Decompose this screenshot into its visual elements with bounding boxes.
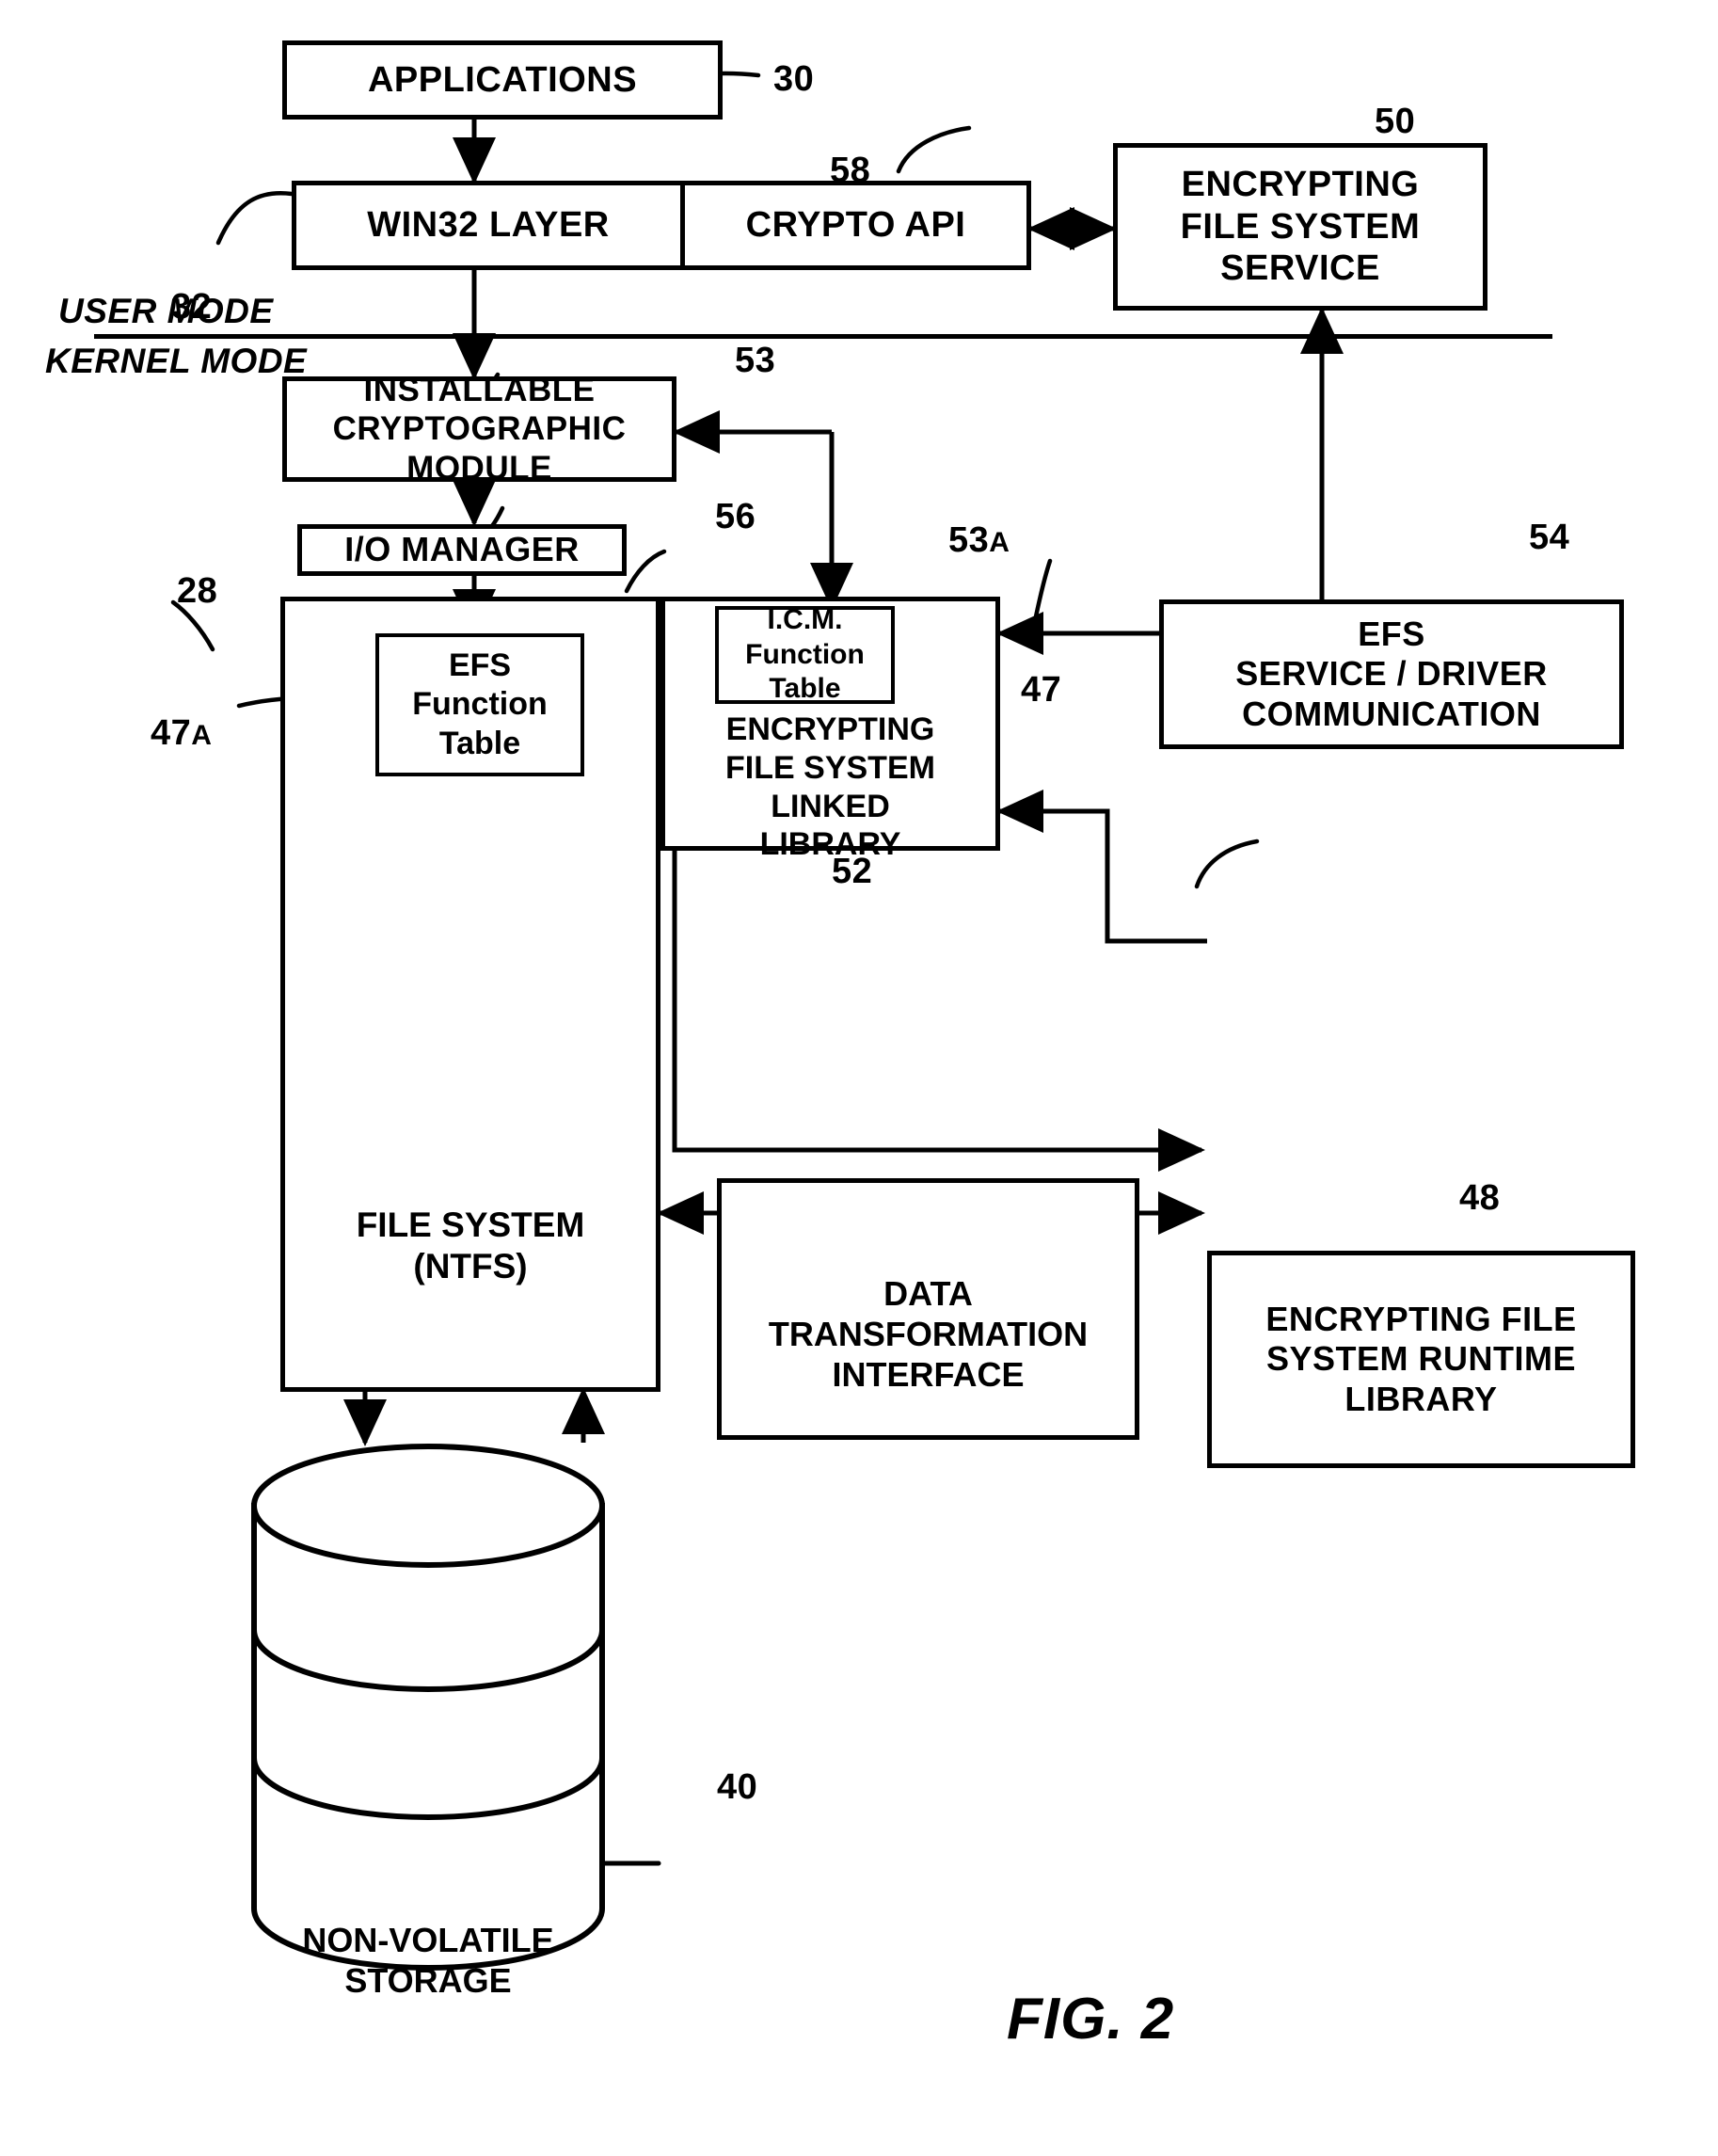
- applications-label: APPLICATIONS: [367, 59, 638, 100]
- ref-number-47: 47: [1021, 670, 1062, 710]
- nonvolatile-storage-label: NON-VOLATILE STORAGE: [302, 1921, 554, 2001]
- ref-number-30: 30: [773, 59, 815, 99]
- ref-number-32: 32: [171, 287, 213, 327]
- leader-50: [896, 125, 972, 174]
- efs-function-table-box[interactable]: EFS Function Table: [375, 633, 584, 776]
- ref-number-48: 48: [1459, 1178, 1501, 1218]
- icm-function-table-label: I.C.M. Function Table: [745, 604, 865, 705]
- efs-function-table-label: EFS Function Table: [412, 647, 548, 761]
- file-system-label: FILE SYSTEM (NTFS): [356, 1206, 585, 1286]
- data-transformation-interface-label: DATA TRANSFORMATION INTERFACE: [768, 1274, 1089, 1395]
- efs-service-box-main[interactable]: ENCRYPTING FILE SYSTEM SERVICE: [1113, 143, 1487, 311]
- leader-54: [1032, 558, 1053, 624]
- user-kernel-divider: [94, 334, 1552, 339]
- ref-number-40: 40: [717, 1767, 758, 1807]
- ref-number-52: 52: [832, 852, 873, 891]
- efs-runtime-library-label: ENCRYPTING FILE SYSTEM RUNTIME LIBRARY: [1265, 1299, 1577, 1418]
- installable-cryptographic-module-box[interactable]: INSTALLABLE CRYPTOGRAPHIC MODULE: [282, 372, 676, 487]
- patent-figure-canvas: USER MODE KERNEL MODE APPLICATIONS 30 WI…: [0, 0, 1718, 2156]
- line-linkedlibrary-elbow: [675, 847, 1201, 1150]
- ref-number-56: 56: [715, 497, 756, 536]
- io-manager-label: I/O MANAGER: [344, 530, 580, 569]
- crypto-api-box[interactable]: CRYPTO API: [680, 181, 1031, 270]
- efs-service-driver-communication-label: EFS SERVICE / DRIVER COMMUNICATION: [1235, 614, 1548, 733]
- ref-number-50: 50: [1375, 102, 1416, 141]
- leader-53A: [624, 549, 667, 594]
- efs-service-driver-communication-box[interactable]: EFS SERVICE / DRIVER COMMUNICATION: [1159, 599, 1624, 749]
- win32-layer-label: WIN32 LAYER: [367, 205, 610, 246]
- icm-label: INSTALLABLE CRYPTOGRAPHIC MODULE: [332, 372, 627, 487]
- efs-service-label: ENCRYPTING FILE SYSTEM SERVICE: [1180, 164, 1421, 289]
- applications-box[interactable]: APPLICATIONS: [282, 40, 723, 120]
- figure-label: FIG. 2: [1007, 1987, 1175, 2052]
- efs-linked-library-label: ENCRYPTING FILE SYSTEM LINKED LIBRARY: [725, 711, 935, 863]
- ref-number-28: 28: [177, 571, 218, 611]
- icm-function-table-box[interactable]: I.C.M. Function Table: [715, 604, 895, 705]
- ref-number-54: 54: [1529, 518, 1570, 557]
- crypto-api-label: CRYPTO API: [745, 205, 966, 246]
- encrypting-file-system-runtime-library-box[interactable]: ENCRYPTING FILE SYSTEM RUNTIME LIBRARY: [1207, 1251, 1635, 1468]
- leader-48: [1194, 838, 1260, 889]
- ref-number-53: 53: [735, 341, 776, 380]
- arrow-runtime-to-linkedlibrary: [995, 790, 1207, 944]
- user-mode-label: USER MODE: [58, 292, 274, 330]
- leader-32: [215, 191, 294, 246]
- ref-number-58: 58: [830, 151, 871, 190]
- win32-layer-box[interactable]: WIN32 LAYER: [292, 181, 685, 270]
- arrow-linkedlibrary-to-runtime: [672, 850, 1206, 1172]
- ref-number-47A: 47A: [151, 713, 213, 753]
- ref-number-53A: 53A: [948, 520, 1010, 560]
- kernel-mode-label: KERNEL MODE: [45, 342, 308, 380]
- io-manager-box[interactable]: I/O MANAGER: [297, 524, 627, 576]
